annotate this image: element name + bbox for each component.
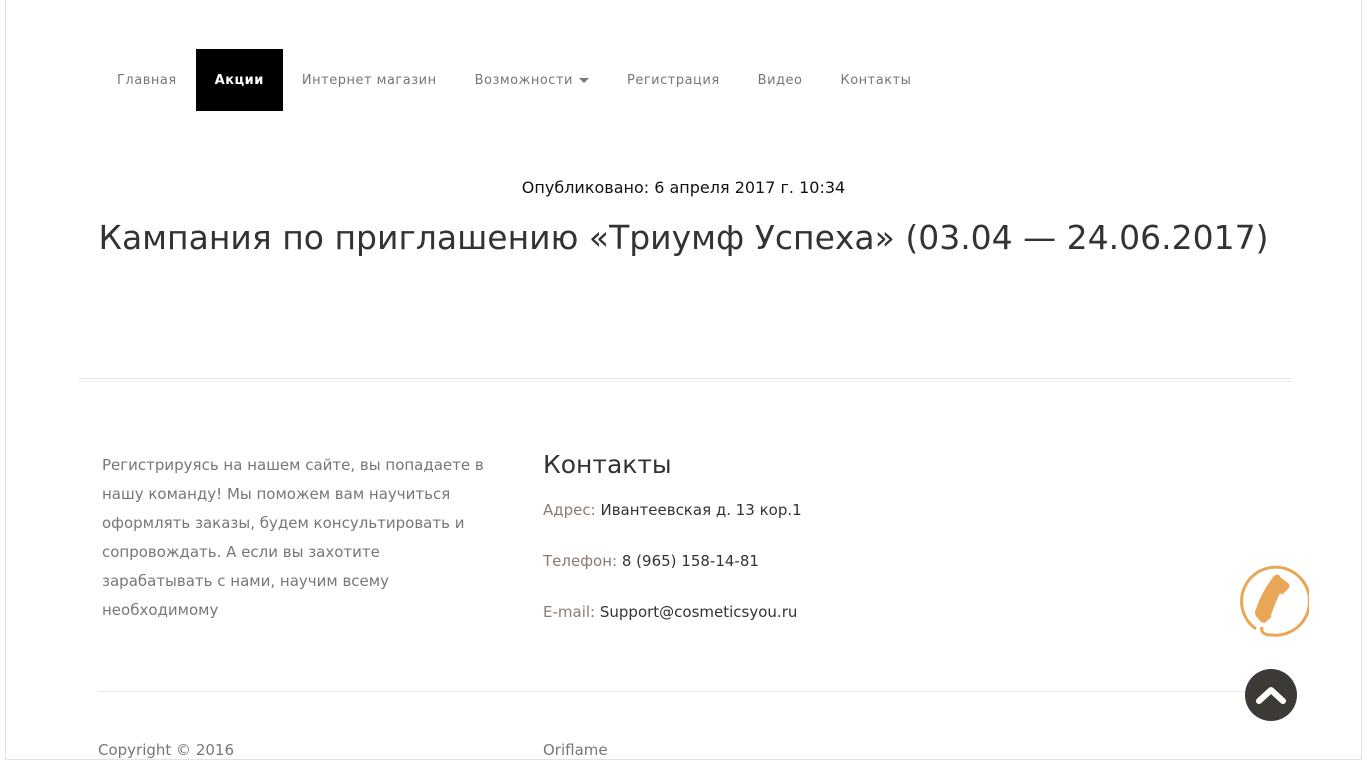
phone-icon xyxy=(1240,565,1312,637)
email-link[interactable]: Support@cosmeticsyou.ru xyxy=(600,603,798,621)
email-label: E-mail: xyxy=(543,603,596,621)
nav-home[interactable]: Главная xyxy=(98,49,196,111)
chevron-up-icon xyxy=(1256,687,1286,704)
phone-value: 8 (965) 158-14-81 xyxy=(621,552,759,570)
address-row: Адрес: Ивантеевская д. 13 кор.1 xyxy=(543,501,802,519)
main-nav: Главная Акции Интернет магазин Возможнос… xyxy=(98,49,930,111)
page-title: Кампания по приглашению «Триумф Успеха» … xyxy=(98,218,1269,257)
address-value: Ивантеевская д. 13 кор.1 xyxy=(600,501,802,519)
footer-right-text: Oriflame xyxy=(543,741,608,759)
divider xyxy=(98,691,1268,692)
contacts-title: Контакты xyxy=(543,450,672,479)
nav-shop[interactable]: Интернет магазин xyxy=(283,49,456,111)
address-label: Адрес: xyxy=(543,501,596,519)
contacts-block: Контакты Адрес: Ивантеевская д. 13 кор.1… xyxy=(543,450,802,654)
email-row: E-mail: Support@cosmeticsyou.ru xyxy=(543,603,802,621)
about-text: Регистрируясь на нашем сайте, вы попадае… xyxy=(102,456,484,619)
copyright: Copyright © 2016 xyxy=(98,741,235,759)
phone-row: Телефон: 8 (965) 158-14-81 xyxy=(543,552,802,570)
nav-features[interactable]: Возможности xyxy=(456,49,608,111)
callback-phone-button[interactable] xyxy=(1236,565,1312,638)
nav-video[interactable]: Видео xyxy=(739,49,822,111)
nav-features-label: Возможности xyxy=(474,72,573,88)
nav-contacts[interactable]: Контакты xyxy=(821,49,930,111)
divider xyxy=(79,378,1291,382)
chevron-down-icon xyxy=(578,77,589,83)
nav-promotions[interactable]: Акции xyxy=(195,49,283,111)
phone-label: Телефон: xyxy=(543,552,618,570)
scroll-to-top-button[interactable] xyxy=(1245,669,1297,721)
nav-registration[interactable]: Регистрация xyxy=(608,49,739,111)
published-date: Опубликовано: 6 апреля 2017 г. 10:34 xyxy=(521,178,846,197)
